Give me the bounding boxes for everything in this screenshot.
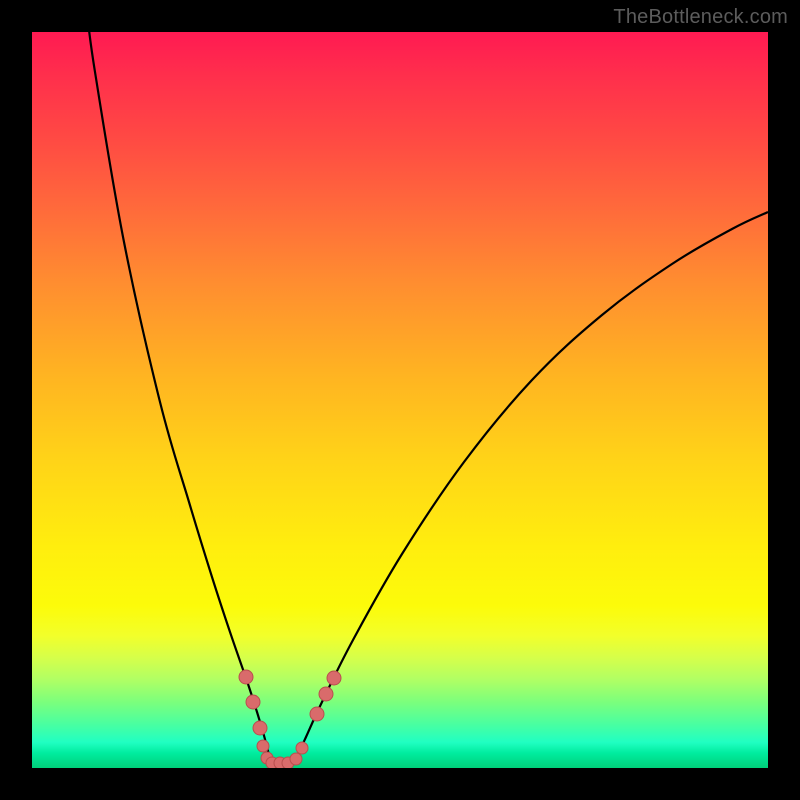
data-marker — [290, 753, 302, 765]
data-marker — [296, 742, 308, 754]
curve-layer — [32, 32, 768, 768]
marker-group — [239, 670, 341, 768]
data-marker — [246, 695, 260, 709]
data-marker — [253, 721, 267, 735]
plot-area — [32, 32, 768, 768]
curve-left-curve — [87, 32, 272, 764]
data-marker — [319, 687, 333, 701]
data-marker — [327, 671, 341, 685]
chart-frame: TheBottleneck.com — [0, 0, 800, 800]
watermark-text: TheBottleneck.com — [613, 6, 788, 29]
curve-right-curve — [292, 212, 768, 764]
curve-group — [87, 32, 768, 764]
data-marker — [239, 670, 253, 684]
data-marker — [310, 707, 324, 721]
data-marker — [257, 740, 269, 752]
